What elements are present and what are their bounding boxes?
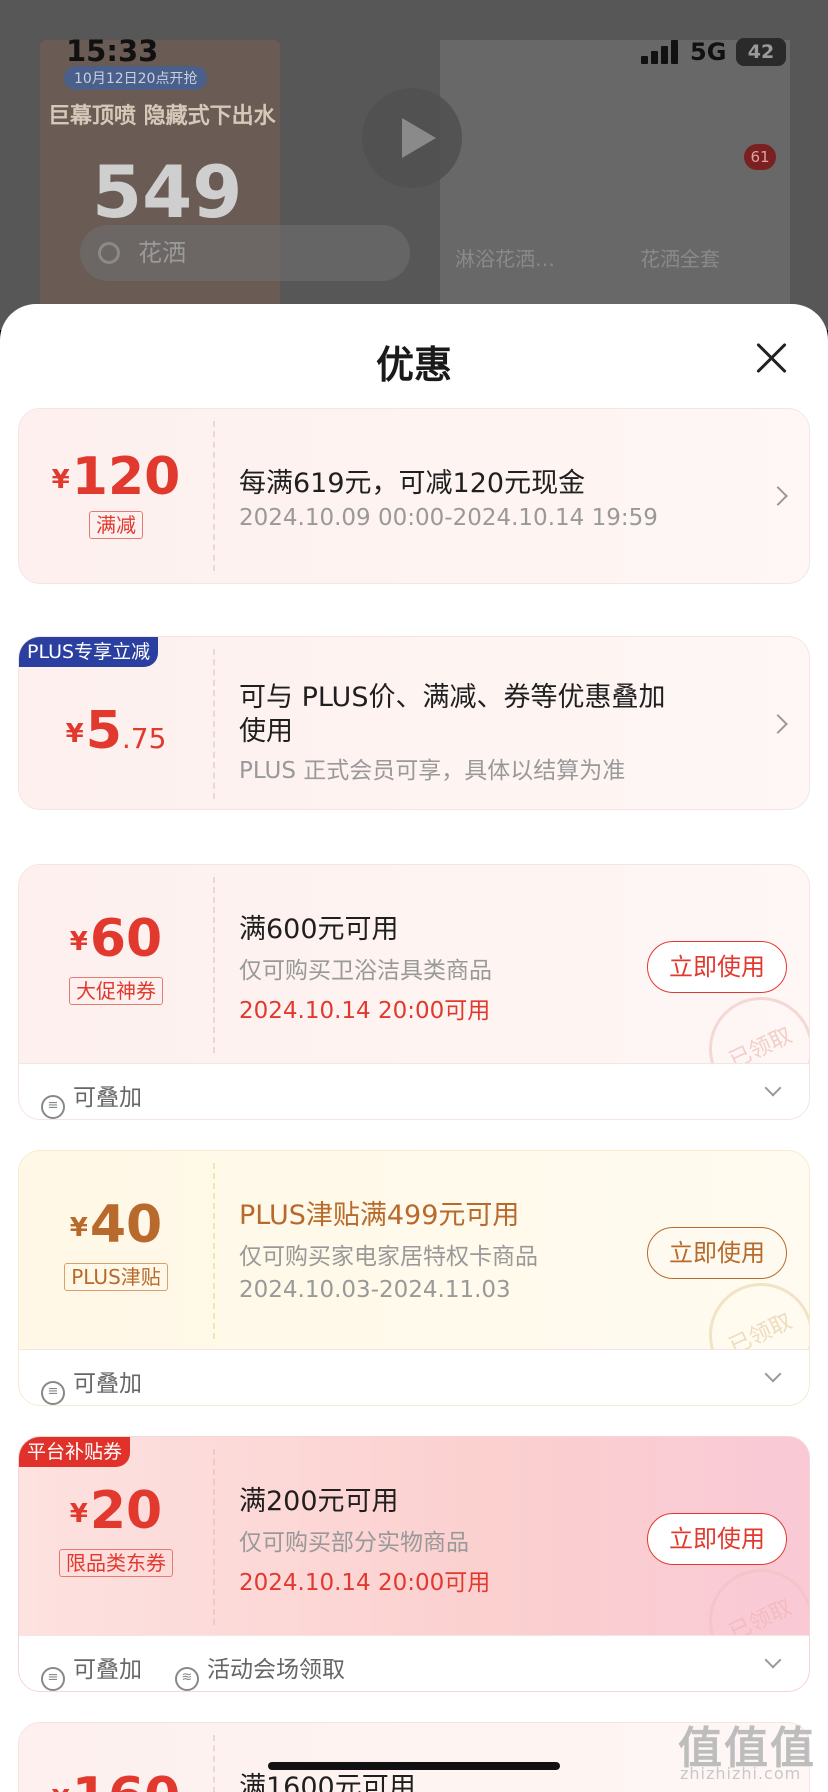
- use-now-button[interactable]: 立即使用: [647, 1227, 787, 1279]
- coupon-validity: 2024.10.14 20:00可用: [239, 998, 491, 1024]
- play-icon: [362, 88, 462, 188]
- chevron-down-icon[interactable]: [764, 1365, 782, 1383]
- cart-badge: 61: [744, 144, 776, 170]
- coupon-amount: ¥5.75: [65, 701, 167, 761]
- watermark-url: zhizhizhi.com: [680, 1764, 802, 1783]
- coupon-amount: ¥160: [19, 1767, 213, 1792]
- coupon-card[interactable]: ¥120 满减 每满619元，可减120元现金 2024.10.09 00:00…: [18, 408, 810, 584]
- stack-icon: ≡: [41, 1095, 65, 1119]
- discount-sheet: 优惠 ¥120 满减 每满619元，可减120元现金 2024.10.09 00…: [0, 304, 828, 1792]
- stackable-label: ≡ 可叠加: [41, 1078, 142, 1119]
- coupon-tag: 限品类东券: [19, 1549, 213, 1577]
- card-divider: [213, 1449, 215, 1625]
- product-image: [440, 40, 790, 330]
- coupon-title: 可与 PLUS价、满减、券等优惠叠加: [239, 682, 666, 713]
- coupon-title-cont: 使用: [239, 716, 293, 747]
- coupon-title: 满600元可用: [239, 914, 399, 945]
- promo-price: 549: [92, 150, 243, 234]
- coupon-ribbon: PLUS专享立减: [19, 637, 159, 667]
- coupon-scope: 仅可购买家电家居特权卡商品: [239, 1244, 538, 1270]
- use-now-button[interactable]: 立即使用: [647, 1513, 787, 1565]
- coupon-ribbon: 平台补贴券: [19, 1437, 131, 1467]
- sheet-title: 优惠: [375, 343, 452, 387]
- signal-icon: [641, 40, 679, 64]
- coupon-amount: ¥20: [69, 1481, 163, 1541]
- coupon-scope: 仅可购买卫浴洁具类商品: [239, 958, 492, 984]
- coupon-tag: PLUS津贴: [19, 1263, 213, 1291]
- search-icon: [98, 242, 120, 264]
- promo-title: 巨幕顶喷 隐藏式下出水: [48, 104, 276, 129]
- coupon-amount: ¥60: [69, 909, 163, 969]
- card-divider: [213, 877, 215, 1053]
- coupon-footer[interactable]: ≡ 可叠加: [19, 1349, 809, 1405]
- coupon-footer[interactable]: ≡ 可叠加 ≋ 活动会场领取: [19, 1635, 809, 1691]
- coupon-card: ¥40 PLUS津贴 PLUS津贴满499元可用 仅可购买家电家居特权卡商品 2…: [18, 1150, 810, 1406]
- coupon-validity: 2024.10.14 20:00可用: [239, 1570, 491, 1596]
- coupon-scope: 仅可购买部分实物商品: [239, 1530, 469, 1556]
- chevron-right-icon: [768, 714, 788, 734]
- coupon-amount: ¥120: [51, 447, 181, 507]
- venue-claim-label: ≋ 活动会场领取: [175, 1650, 345, 1691]
- coupon-validity: 2024.10.03-2024.11.03: [239, 1277, 511, 1303]
- stack-icon: ≡: [41, 1667, 65, 1691]
- coupon-title: 每满619元，可减120元现金: [239, 468, 586, 499]
- stack-icon: ≡: [41, 1381, 65, 1405]
- coupon-card[interactable]: PLUS专享立减 ¥5.75 可与 PLUS价、满减、券等优惠叠加 使用 PLU…: [18, 636, 810, 810]
- coupon-description: PLUS 正式会员可享，具体以结算为准: [239, 758, 626, 784]
- stackable-label: ≡ 可叠加: [41, 1650, 142, 1691]
- chevron-right-icon: [768, 486, 788, 506]
- stackable-label: ≡ 可叠加: [41, 1364, 142, 1405]
- promo-date: 10月12日20点开抢: [64, 66, 208, 90]
- card-divider: [213, 421, 215, 571]
- chevron-down-icon[interactable]: [764, 1651, 782, 1669]
- coupon-tag: 满减: [19, 511, 213, 539]
- venue-icon: ≋: [175, 1667, 199, 1691]
- close-icon[interactable]: [754, 340, 790, 376]
- coupon-card: 平台补贴券 ¥20 限品类东券 满200元可用 仅可购买部分实物商品 2024.…: [18, 1436, 810, 1692]
- search-tag: 淋浴花洒…: [455, 247, 555, 271]
- coupon-title: 满200元可用: [239, 1486, 399, 1517]
- use-now-button[interactable]: 立即使用: [647, 941, 787, 993]
- coupon-title: PLUS津贴满499元可用: [239, 1200, 520, 1231]
- card-divider: [213, 1735, 215, 1792]
- chevron-down-icon[interactable]: [764, 1079, 782, 1097]
- coupon-amount: ¥40: [69, 1195, 163, 1255]
- card-divider: [213, 649, 215, 799]
- coupon-footer[interactable]: ≡ 可叠加: [19, 1063, 809, 1119]
- coupon-card: ¥60 大促神券 满600元可用 仅可购买卫浴洁具类商品 2024.10.14 …: [18, 864, 810, 1120]
- coupon-tag: 大促神券: [19, 977, 213, 1005]
- network-type: 5G: [690, 38, 727, 66]
- coupon-validity: 2024.10.09 00:00-2024.10.14 19:59: [239, 505, 658, 531]
- search-bar: 花洒: [80, 225, 410, 281]
- home-indicator[interactable]: [268, 1762, 560, 1770]
- status-time: 15:33: [66, 34, 159, 68]
- battery-icon: 42: [736, 38, 786, 66]
- search-tag: 花洒全套: [640, 247, 720, 271]
- card-divider: [213, 1163, 215, 1339]
